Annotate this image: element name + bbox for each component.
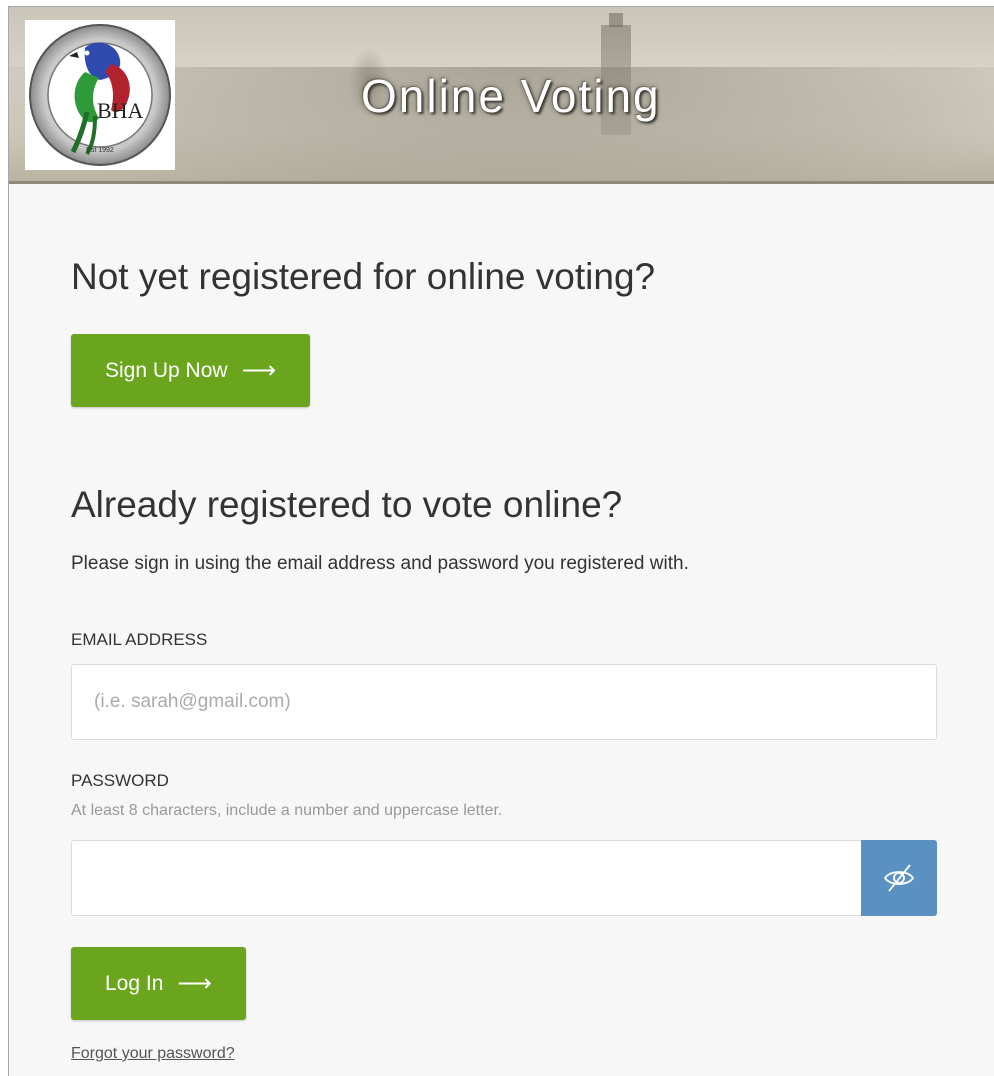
forgot-password-link[interactable]: Forgot your password? [71, 1045, 235, 1063]
page-frame: BHA Est 1992 Online Voting Not yet regis… [8, 6, 994, 1076]
email-label: EMAIL ADDRESS [71, 630, 208, 649]
login-description: Please sign in using the email address a… [71, 553, 689, 574]
log-in-button[interactable]: Log In ⟶ [71, 947, 246, 1020]
password-field[interactable] [71, 840, 863, 916]
bird-logo-icon: BHA Est 1992 [29, 24, 171, 166]
eye-slash-icon [883, 864, 915, 892]
log-in-button-label: Log In [105, 971, 164, 995]
banner-title: Online Voting [361, 70, 661, 122]
logo-monogram: BHA [97, 98, 144, 123]
password-label: PASSWORD [71, 771, 169, 790]
logo-ring-bottom: Est 1992 [86, 147, 114, 154]
signup-heading: Not yet registered for online voting? [71, 256, 656, 297]
arrow-right-icon: ⟶ [177, 969, 212, 997]
password-visibility-toggle[interactable] [861, 840, 937, 916]
login-heading: Already registered to vote online? [71, 484, 623, 525]
arrow-right-icon: ⟶ [241, 356, 276, 384]
email-field[interactable] [71, 664, 937, 740]
sign-up-button[interactable]: Sign Up Now ⟶ [71, 334, 310, 407]
header-banner: BHA Est 1992 Online Voting [9, 7, 994, 184]
sign-up-button-label: Sign Up Now [105, 358, 228, 382]
password-hint: At least 8 characters, include a number … [71, 802, 503, 819]
logo: BHA Est 1992 [25, 20, 175, 170]
